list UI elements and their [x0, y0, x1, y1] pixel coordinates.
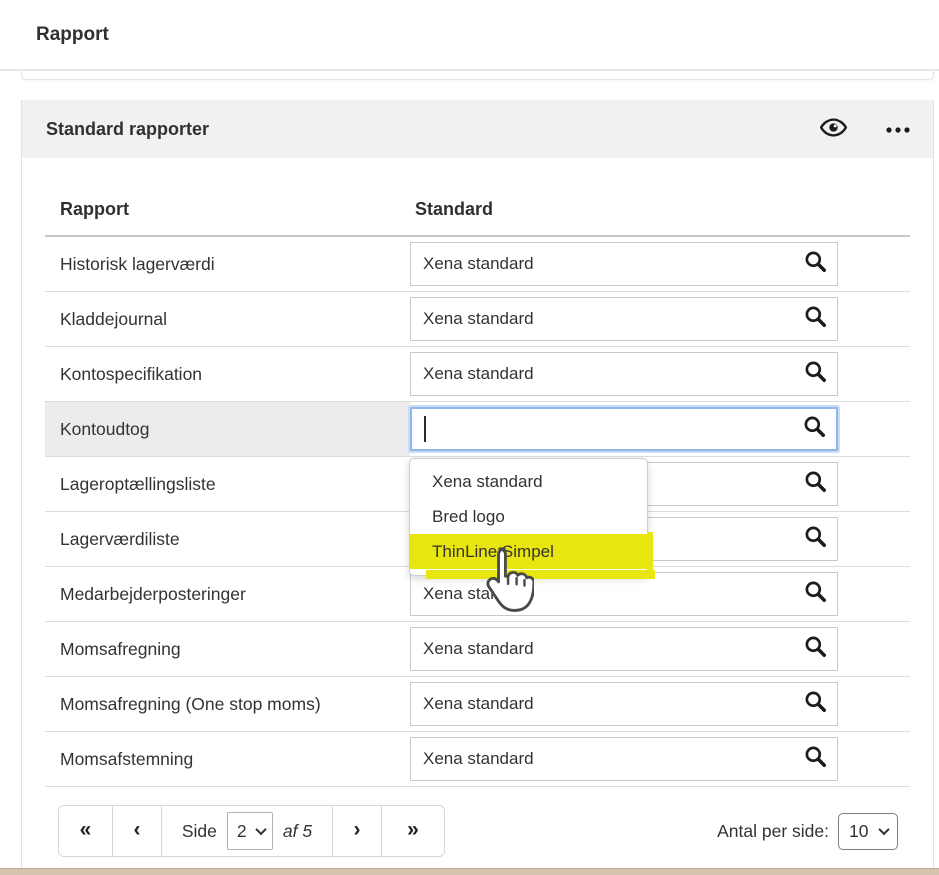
report-name: Kladdejournal — [45, 292, 410, 346]
per-page-value: 10 — [849, 821, 868, 842]
page-number-select[interactable]: 2 — [227, 812, 273, 850]
table-row: Momsafregning Xena standard — [45, 622, 910, 677]
report-name: Kontoudtog — [45, 402, 410, 456]
standard-lookup-input[interactable]: Xena standard — [410, 737, 838, 781]
table-row: Historisk lagerværdi Xena standard — [45, 237, 910, 292]
standard-lookup-input[interactable]: Xena standard — [410, 682, 838, 726]
chevron-left-icon: ‹ — [134, 819, 141, 843]
panel-header: Standard rapporter — [22, 100, 933, 158]
input-value: Xena standard — [423, 639, 804, 659]
dropdown-option[interactable]: Xena standard — [410, 464, 647, 499]
table-row: Kontospecifikation Xena standard — [45, 347, 910, 402]
table-row: Momsafregning (One stop moms) Xena stand… — [45, 677, 910, 732]
table-row: Momsafstemning Xena standard — [45, 732, 910, 787]
report-name: Lageroptællingsliste — [45, 457, 410, 511]
per-page-label: Antal per side: — [717, 821, 829, 842]
chevron-down-icon — [878, 824, 889, 835]
column-header-report: Rapport — [45, 199, 410, 220]
page-count-label: af 5 — [283, 821, 312, 842]
ellipsis-icon — [885, 122, 911, 137]
standard-lookup-input[interactable]: Xena standard — [410, 297, 838, 341]
table-row: Kladdejournal Xena standard — [45, 292, 910, 347]
page-title: Rapport — [36, 24, 109, 46]
per-page-select[interactable]: 10 — [838, 813, 898, 850]
text-caret — [424, 416, 426, 442]
double-chevron-left-icon: « — [80, 819, 92, 843]
report-name: Momsafstemning — [45, 732, 410, 786]
bottom-edge-strip — [0, 868, 939, 875]
report-name: Momsafregning (One stop moms) — [45, 677, 410, 731]
report-name: Kontospecifikation — [45, 347, 410, 401]
input-value: Xena standard — [423, 254, 804, 274]
table-header-row: Rapport Standard — [45, 184, 910, 237]
search-icon[interactable] — [804, 250, 827, 278]
highlight-marker — [426, 570, 655, 579]
side-label: Side — [182, 821, 217, 842]
search-icon[interactable] — [803, 415, 826, 443]
chevron-right-icon: › — [354, 819, 361, 843]
previous-page-button[interactable]: ‹ — [113, 806, 162, 856]
previous-panel-edge — [21, 71, 934, 80]
standard-lookup-input[interactable]: Xena standard — [410, 352, 838, 396]
next-page-button[interactable]: › — [333, 806, 382, 856]
last-page-button[interactable]: » — [382, 806, 444, 856]
eye-icon — [820, 118, 847, 140]
standard-lookup-input[interactable]: Xena standard — [410, 242, 838, 286]
page: Rapport Standard rapporter — [0, 0, 939, 875]
hand-cursor-icon — [476, 546, 534, 621]
highlight-marker — [647, 532, 653, 570]
chevron-down-icon — [255, 824, 266, 835]
standard-lookup-input[interactable]: Xena standard — [410, 627, 838, 671]
report-name: Medarbejderposteringer — [45, 567, 410, 621]
dropdown-option[interactable]: Bred logo — [410, 499, 647, 534]
search-icon[interactable] — [804, 360, 827, 388]
pager-group: « ‹ Side 2 af 5 › — [58, 805, 445, 857]
double-chevron-right-icon: » — [407, 819, 419, 843]
search-icon[interactable] — [804, 690, 827, 718]
column-header-standard: Standard — [410, 199, 493, 220]
search-icon[interactable] — [804, 525, 827, 553]
report-name: Lagerværdiliste — [45, 512, 410, 566]
visibility-button[interactable] — [818, 116, 849, 142]
input-value: Xena standard — [423, 364, 804, 384]
panel-title: Standard rapporter — [46, 119, 818, 140]
per-page-control: Antal per side: 10 — [717, 813, 898, 850]
top-header-bar: Rapport — [0, 0, 939, 71]
first-page-button[interactable]: « — [59, 806, 113, 856]
search-icon[interactable] — [804, 470, 827, 498]
search-icon[interactable] — [804, 580, 827, 608]
input-value: Xena standard — [423, 749, 804, 769]
report-name: Momsafregning — [45, 622, 410, 676]
report-name: Historisk lagerværdi — [45, 237, 410, 291]
table-row-active: Kontoudtog — [45, 402, 910, 457]
search-icon[interactable] — [804, 745, 827, 773]
more-options-button[interactable] — [883, 120, 913, 139]
search-icon[interactable] — [804, 305, 827, 333]
page-number-value: 2 — [237, 821, 247, 842]
standard-lookup-input-focused[interactable] — [410, 407, 838, 451]
input-value: Xena standard — [423, 694, 804, 714]
search-icon[interactable] — [804, 635, 827, 663]
input-value: Xena standard — [423, 309, 804, 329]
pagination-bar: « ‹ Side 2 af 5 › — [45, 805, 910, 857]
page-indicator: Side 2 af 5 — [162, 806, 333, 856]
